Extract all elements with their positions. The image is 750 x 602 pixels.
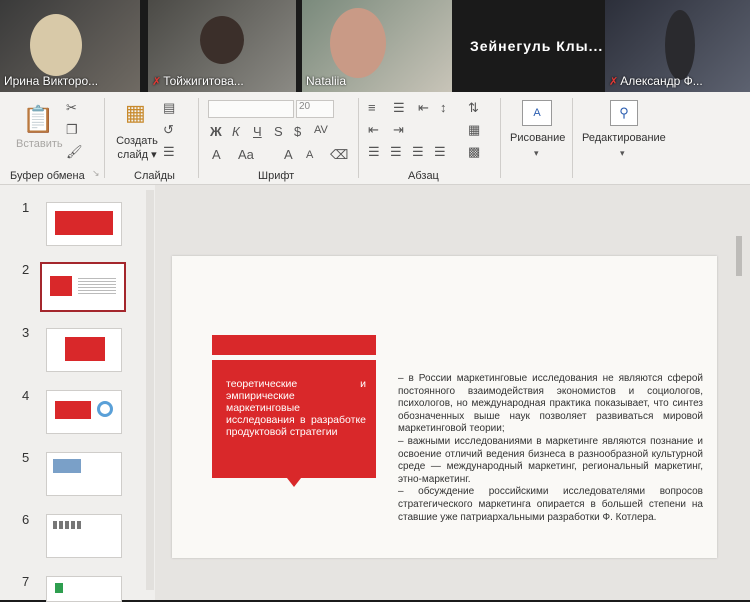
body-paragraph: – обсуждение российскими исследователями… [398, 486, 703, 523]
editing-button[interactable]: Редактирование [582, 132, 666, 144]
participant-tile-5[interactable]: ✗ Александр Ф... [605, 0, 750, 92]
participant-tile-2[interactable]: ✗ Тойжигитова... [148, 0, 296, 92]
slide-thumbnail-6[interactable] [46, 514, 122, 558]
participant-video [200, 16, 244, 64]
new-slide-icon[interactable]: ▦ [125, 100, 146, 126]
paste-icon[interactable]: 📋 [22, 104, 54, 135]
slide-title-bar[interactable] [212, 335, 376, 355]
paste-button[interactable]: Вставить [16, 138, 63, 150]
smartart-icon[interactable]: ▩ [468, 144, 480, 160]
thumbnail-number: 5 [22, 450, 30, 465]
format-painter-icon[interactable]: 🖌 [66, 144, 83, 160]
divider [572, 98, 573, 178]
group-label-slides: Слайды [134, 170, 175, 182]
change-case-button[interactable]: Aa [238, 147, 254, 162]
layout-icon[interactable]: ▤ [163, 100, 175, 116]
participant-name-large: Зейнегуль Клы... [470, 38, 604, 54]
underline-button[interactable]: Ч [253, 124, 262, 139]
section-icon[interactable]: ☰ [163, 144, 175, 160]
font-family-dropdown[interactable] [208, 100, 294, 118]
text-direction-icon[interactable]: ⇅ [468, 100, 479, 116]
numbering-icon[interactable]: ☰ [393, 100, 405, 116]
font-size-dropdown[interactable]: 20 [296, 100, 334, 118]
divider [358, 98, 359, 178]
drawing-button[interactable]: Рисование [510, 132, 565, 144]
bold-button[interactable]: Ж [210, 124, 222, 139]
group-label-paragraph: Абзац [408, 170, 439, 182]
thumbnail-number: 3 [22, 325, 30, 340]
group-label-clipboard: Буфер обмена [10, 170, 85, 182]
thumbnail-number: 7 [22, 574, 30, 589]
canvas-scrollbar[interactable] [736, 236, 742, 276]
participants-strip: Ирина Викторо... ✗ Тойжигитова... Natalii… [0, 0, 750, 92]
grow-font-button[interactable]: A [284, 147, 293, 162]
thumbnail-number: 1 [22, 200, 30, 215]
drawing-icon[interactable]: A [522, 100, 552, 126]
chevron-down-icon[interactable]: ▾ [620, 148, 625, 159]
strikethrough-button[interactable]: S [274, 124, 283, 139]
reset-icon[interactable]: ↺ [163, 122, 174, 138]
participant-tile-3[interactable]: Nataliia [302, 0, 452, 92]
new-slide-button[interactable]: Создать слайд ▾ [114, 134, 160, 162]
participant-name: Nataliia [306, 74, 347, 88]
ribbon: 📋 Вставить ✂ ❐ 🖌 Буфер обмена ↘ ▦ Создат… [0, 92, 750, 185]
chevron-down-icon[interactable]: ▾ [534, 148, 539, 159]
slide-thumbnail-4[interactable] [46, 390, 122, 434]
font-color-button[interactable]: A [212, 147, 221, 162]
clear-format-icon[interactable]: ⌫ [330, 147, 348, 163]
char-spacing-button[interactable]: AV [314, 124, 328, 136]
participant-video [330, 8, 386, 78]
search-icon[interactable]: ⚲ [610, 100, 638, 126]
body-paragraph: – важными исследованиями в маркетинге яв… [398, 435, 703, 485]
thumbnail-number: 4 [22, 388, 30, 403]
justify-icon[interactable]: ☰ [434, 144, 446, 160]
slide-body-text[interactable]: – в России маркетинговые исследования не… [398, 373, 703, 524]
mic-off-icon: ✗ [609, 76, 619, 88]
callout-text[interactable]: теоретические и эмпирические маркетингов… [226, 378, 366, 438]
body-paragraph: – в России маркетинговые исследования не… [398, 373, 703, 435]
align-text-icon[interactable]: ▦ [468, 122, 480, 138]
slide-thumbnail-5[interactable] [46, 452, 122, 496]
thumbnail-number: 2 [22, 262, 30, 277]
participant-name: ✗ Тойжигитова... [152, 74, 244, 88]
participant-name: Ирина Викторо... [4, 74, 99, 88]
participant-tile-1[interactable]: Ирина Викторо... [0, 0, 140, 92]
divider [198, 98, 199, 178]
thumbnail-number: 6 [22, 512, 30, 527]
divider [500, 98, 501, 178]
line-spacing-icon[interactable]: ↕ [440, 100, 447, 115]
participant-video [665, 10, 695, 80]
dialog-launcher-icon[interactable]: ↘ [92, 168, 100, 179]
cut-icon[interactable]: ✂ [66, 100, 77, 116]
group-label-font: Шрифт [258, 170, 295, 182]
slide-thumbnail-7[interactable] [46, 576, 122, 602]
justify-right-icon[interactable]: ☰ [412, 144, 424, 160]
divider [104, 98, 105, 178]
slide-thumbnail-2[interactable] [40, 262, 126, 312]
thumbnails-scrollbar[interactable] [146, 190, 154, 590]
slide-thumbnail-1[interactable] [46, 202, 122, 246]
justify-left-icon[interactable]: ☰ [368, 144, 380, 160]
participant-video [30, 14, 82, 76]
justify-center-icon[interactable]: ☰ [390, 144, 402, 160]
participant-name: ✗ Александр Ф... [609, 74, 703, 88]
callout-pointer [287, 478, 301, 487]
copy-icon[interactable]: ❐ [66, 122, 78, 138]
mic-off-icon: ✗ [152, 76, 162, 88]
align-center-icon[interactable]: ⇥ [393, 122, 404, 138]
bullets-icon[interactable]: ≡ [368, 100, 376, 115]
align-left-icon[interactable]: ⇤ [368, 122, 379, 138]
italic-button[interactable]: К [232, 124, 240, 139]
slide-thumbnail-3[interactable] [46, 328, 122, 372]
decrease-indent-icon[interactable]: ⇤ [418, 100, 429, 116]
shrink-font-button[interactable]: A [306, 149, 313, 161]
shadow-icon[interactable]: $ [294, 124, 301, 139]
